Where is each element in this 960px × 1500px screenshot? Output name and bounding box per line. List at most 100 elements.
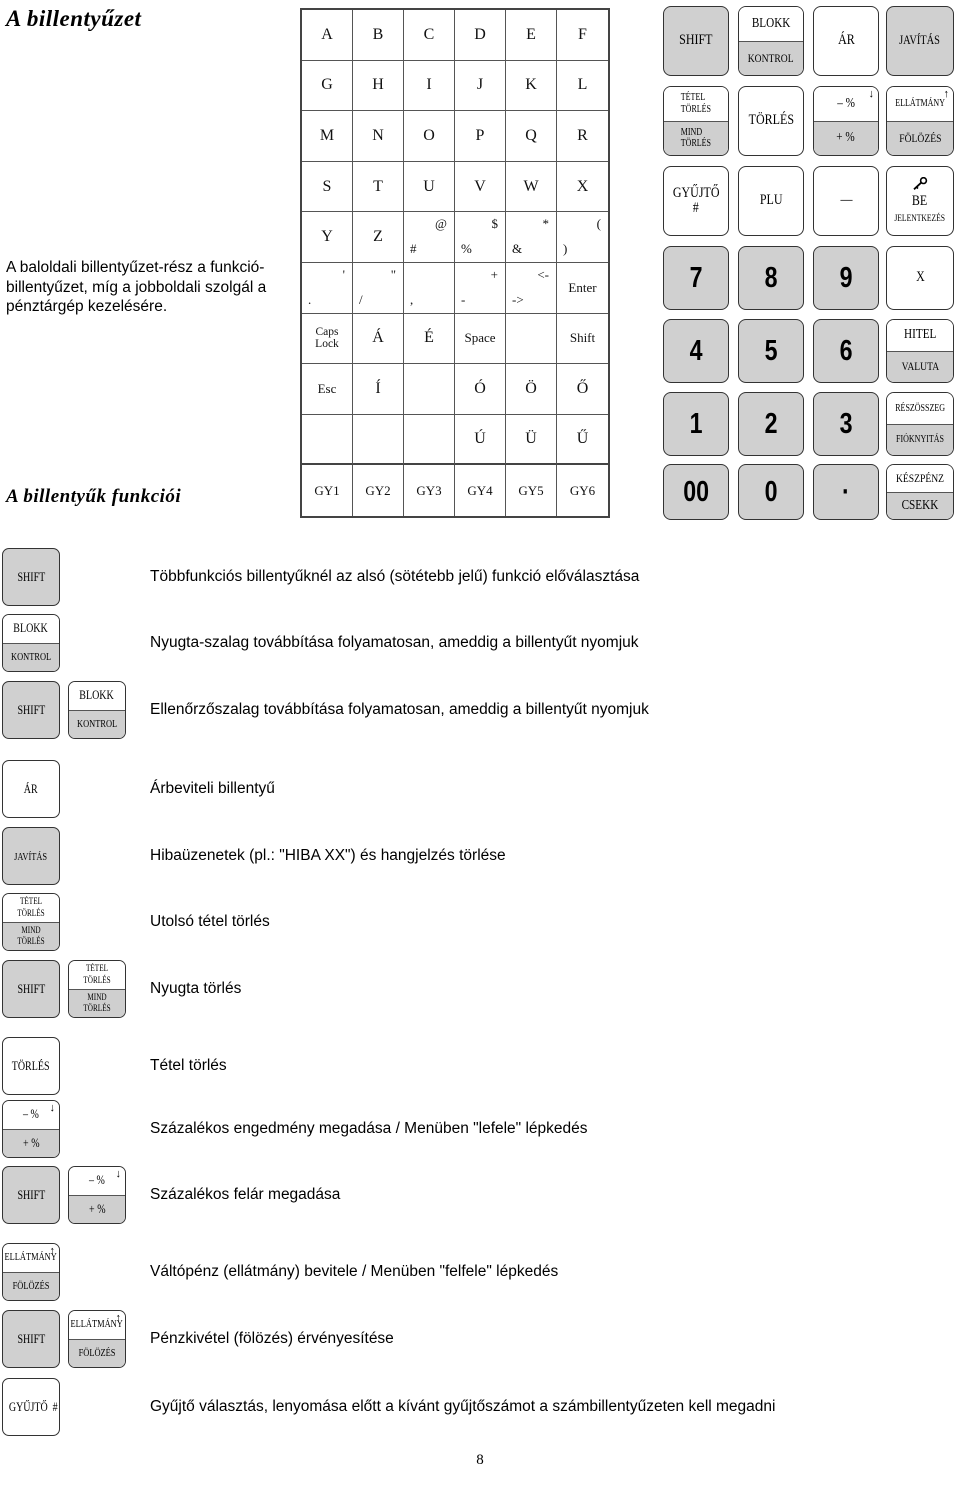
char-key[interactable]: [302, 414, 353, 466]
key-ellatmany-folozes[interactable]: ELLÁTMÁNY ↑ FÖLÖZÉS: [68, 1310, 126, 1368]
key-percent[interactable]: – % ↓ + %: [813, 86, 879, 156]
key-javitas[interactable]: JAVÍTÁS: [2, 827, 60, 885]
char-key[interactable]: [404, 414, 455, 466]
key-digit-1[interactable]: 1: [663, 392, 729, 456]
key-tetel-mind-torles[interactable]: TÉTEL TÖRLÉS MIND TÖRLÉS: [2, 893, 60, 951]
key-tetel-mind-torles[interactable]: TÉTEL TÖRLÉS MIND TÖRLÉS: [68, 960, 126, 1018]
key-digit-00[interactable]: 00: [663, 464, 729, 520]
char-key[interactable]: Ő: [557, 364, 608, 415]
char-key[interactable]: A: [302, 10, 353, 61]
char-key[interactable]: T: [353, 161, 404, 213]
char-key[interactable]: Ű: [557, 415, 608, 466]
key-torles[interactable]: TÖRLÉS: [738, 86, 804, 156]
char-key[interactable]: B: [353, 10, 404, 61]
key-ellatmany-folozes[interactable]: ELLÁTMÁNY ↑ FÖLÖZÉS: [886, 86, 954, 156]
char-key[interactable]: M: [302, 111, 353, 162]
key-digit-3[interactable]: 3: [813, 392, 879, 456]
char-key[interactable]: '.: [302, 262, 353, 314]
key-digit-0[interactable]: 0: [738, 464, 804, 520]
key-blokk-kontrol[interactable]: BLOKK KONTROL: [2, 614, 60, 672]
char-key[interactable]: Ü: [506, 414, 557, 466]
char-key[interactable]: U: [404, 161, 455, 213]
char-key[interactable]: Space: [455, 313, 506, 365]
char-key[interactable]: P: [455, 111, 506, 162]
char-key[interactable]: Á: [353, 313, 404, 365]
key-digit-5[interactable]: 5: [738, 319, 804, 383]
key-multiply[interactable]: X: [886, 246, 954, 310]
char-key[interactable]: O: [404, 111, 455, 162]
key-shift[interactable]: SHIFT: [2, 1310, 60, 1368]
key-blokk-kontrol[interactable]: BLOKK KONTROL: [68, 681, 126, 739]
key-percent[interactable]: – % ↓ + %: [2, 1100, 60, 1158]
key-digit-7[interactable]: 7: [663, 246, 729, 310]
key-hitel-valuta[interactable]: HITEL VALUTA: [886, 319, 954, 383]
char-key[interactable]: [353, 414, 404, 466]
key-minus[interactable]: —: [813, 166, 879, 236]
key-shift[interactable]: SHIFT: [2, 1166, 60, 1224]
char-key[interactable]: L: [557, 61, 608, 112]
char-key[interactable]: GY1: [302, 465, 353, 516]
key-digit-4[interactable]: 4: [663, 319, 729, 383]
char-key[interactable]: GY5: [506, 465, 557, 516]
char-key[interactable]: [506, 313, 557, 365]
key-digit-9[interactable]: 9: [813, 246, 879, 310]
char-key[interactable]: GY4: [455, 465, 506, 516]
key-shift[interactable]: SHIFT: [2, 548, 60, 606]
key-shift[interactable]: SHIFT: [2, 960, 60, 1018]
char-key[interactable]: X: [557, 162, 608, 213]
key-percent[interactable]: – % ↓ + %: [68, 1166, 126, 1224]
key-digit-6[interactable]: 6: [813, 319, 879, 383]
char-key[interactable]: G: [302, 60, 353, 112]
key-javitas[interactable]: JAVÍTÁS: [886, 6, 954, 76]
key-ar[interactable]: ÁR: [813, 6, 879, 76]
char-key[interactable]: J: [455, 60, 506, 112]
char-key[interactable]: GY6: [557, 465, 608, 516]
key-gyujto[interactable]: GYŰJTŐ#: [2, 1378, 60, 1436]
char-key[interactable]: (): [557, 212, 608, 263]
char-key[interactable]: Í: [353, 364, 404, 415]
char-key[interactable]: W: [506, 161, 557, 213]
key-shift[interactable]: SHIFT: [2, 681, 60, 739]
char-key[interactable]: V: [455, 161, 506, 213]
key-shift[interactable]: SHIFT: [663, 6, 729, 76]
char-key[interactable]: GY2: [353, 465, 404, 516]
char-key[interactable]: " /: [353, 262, 404, 314]
key-tetel-mind-torles[interactable]: TÉTEL TÖRLÉS MIND TÖRLÉS: [663, 86, 729, 156]
char-key[interactable]: ,: [404, 262, 455, 314]
char-key[interactable]: $%: [455, 212, 506, 263]
key-decimal-point[interactable]: ·: [813, 464, 879, 520]
char-key[interactable]: Enter: [557, 263, 608, 314]
char-key[interactable]: H: [353, 60, 404, 112]
key-plu[interactable]: PLU: [738, 166, 804, 236]
key-bejelentkezes[interactable]: BEJELENTKEZÉS: [886, 166, 954, 236]
char-key[interactable]: <- ->: [506, 262, 557, 314]
char-key[interactable]: S: [302, 161, 353, 213]
char-key[interactable]: I: [404, 60, 455, 112]
char-key[interactable]: É: [404, 313, 455, 365]
char-key[interactable]: R: [557, 111, 608, 162]
char-key[interactable]: Y: [302, 212, 353, 263]
char-key[interactable]: Ó: [455, 364, 506, 415]
char-key[interactable]: D: [455, 10, 506, 61]
key-ellatmany-folozes[interactable]: ELLÁTMÁNY ↑ FÖLÖZÉS: [2, 1243, 60, 1301]
key-torles[interactable]: TÖRLÉS: [2, 1037, 60, 1095]
char-key[interactable]: @ #: [404, 212, 455, 263]
key-keszpenz-csekk[interactable]: KÉSZPÉNZ CSEKK: [886, 464, 954, 520]
key-gyujto[interactable]: GYŰJTŐ#: [663, 166, 729, 236]
char-key[interactable]: F: [557, 10, 608, 61]
key-digit-8[interactable]: 8: [738, 246, 804, 310]
char-key[interactable]: Ú: [455, 414, 506, 466]
key-ar[interactable]: ÁR: [2, 760, 60, 818]
char-key[interactable]: * &: [506, 212, 557, 263]
char-key[interactable]: E: [506, 10, 557, 61]
char-key[interactable]: Caps Lock: [302, 313, 353, 365]
key-blokk-kontrol[interactable]: BLOKK KONTROL: [738, 6, 804, 76]
char-key[interactable]: Q: [506, 111, 557, 162]
char-key[interactable]: GY3: [404, 465, 455, 516]
key-digit-2[interactable]: 2: [738, 392, 804, 456]
char-key[interactable]: K: [506, 60, 557, 112]
char-key[interactable]: Esc: [302, 364, 353, 415]
char-key[interactable]: Z: [353, 212, 404, 263]
char-key[interactable]: Shift: [557, 314, 608, 365]
char-key[interactable]: N: [353, 111, 404, 162]
